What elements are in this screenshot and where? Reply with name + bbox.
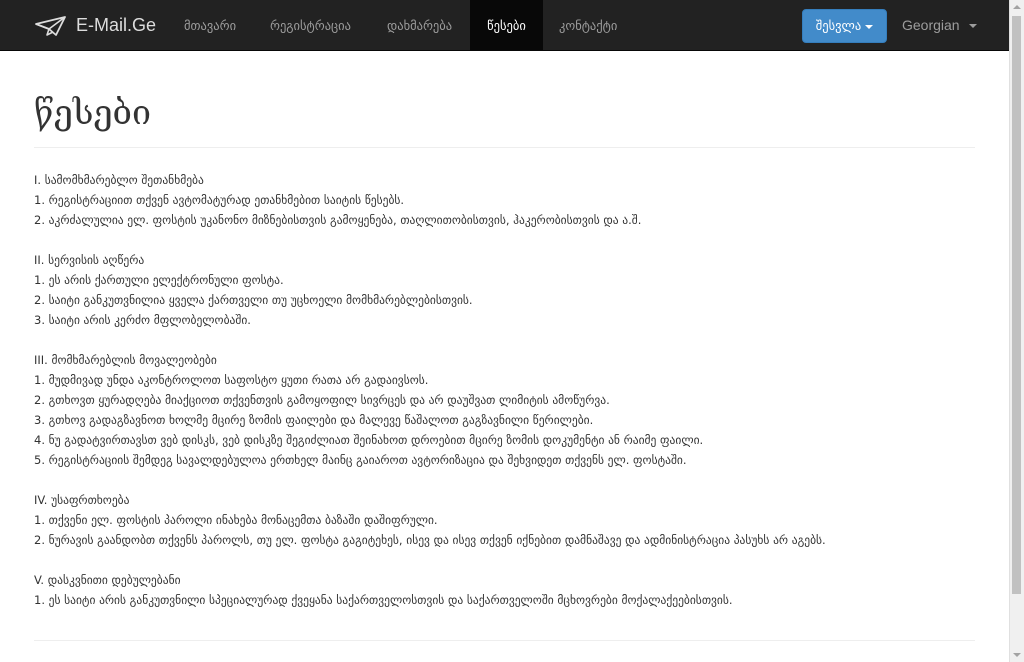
rules-section: III. მომხმარებლის მოვალეობები 1. მუდმივა… (34, 350, 975, 470)
rules-section: II. სერვისის აღწერა 1. ეს არის ქართული ე… (34, 250, 975, 330)
brand-link[interactable]: E-Mail.Ge (34, 0, 156, 51)
rules-section: IV. უსაფრთხოება 1. თქვენი ელ. ფოსტის პარ… (34, 490, 975, 550)
main-content: წესები I. სამომხმარებლო შეთანხმება 1. რე… (34, 51, 975, 630)
rule-line: 2. გთხოვთ ყურადღება მიაქციოთ თქვენთვის გ… (34, 393, 610, 407)
rule-line: 2. ნურავის გაანდობთ თქვენს პაროლს, თუ ელ… (34, 533, 826, 547)
nav-item-rules[interactable]: წესები (470, 0, 543, 51)
rules-section: V. დასკვნითი დებულებანი 1. ეს საიტი არის… (34, 570, 975, 610)
nav-item-help[interactable]: დახმარება (373, 0, 466, 51)
rule-line: 1. თქვენი ელ. ფოსტის პაროლი ინახება მონა… (34, 513, 438, 527)
rule-line: 2. საიტი განკუთვნილია ყველა ქართველი თუ … (34, 293, 473, 307)
vertical-scrollbar[interactable] (1009, 0, 1024, 662)
page-title: წესები (34, 93, 152, 133)
envelope-logo-icon (34, 15, 68, 37)
section-heading: IV. უსაფრთხოება (34, 493, 130, 507)
rule-line: 1. ეს არის ქართული ელექტრონული ფოსტა. (34, 273, 284, 287)
rule-line: 2. აკრძალულია ელ. ფოსტის უკანონო მიზნები… (34, 213, 642, 227)
language-label: Georgian (902, 17, 960, 33)
scrollbar-thumb[interactable] (1012, 16, 1021, 594)
login-dropdown-button[interactable]: შესვლა (802, 9, 887, 43)
caret-down-icon (865, 24, 874, 29)
scroll-down-icon[interactable] (1013, 653, 1021, 657)
rule-line: 1. მუდმივად უნდა აკონტროლოთ საფოსტო ყუთი… (34, 373, 429, 387)
top-navbar: E-Mail.Ge მთავარი რეგისტრაცია დახმარება … (0, 0, 1009, 51)
rules-section: I. სამომხმარებლო შეთანხმება 1. რეგისტრაც… (34, 170, 975, 230)
section-heading: III. მომხმარებლის მოვალეობები (34, 353, 217, 367)
nav-item-registration[interactable]: რეგისტრაცია (256, 0, 365, 51)
section-heading: V. დასკვნითი დებულებანი (34, 573, 181, 587)
scroll-up-icon[interactable] (1013, 5, 1021, 9)
title-divider (34, 147, 975, 148)
rule-line: 3. საიტი არის კერძო მფლობელობაში. (34, 313, 251, 327)
nav-item-home[interactable]: მთავარი (170, 0, 250, 51)
caret-down-icon (969, 24, 978, 29)
rule-line: 1. ეს საიტი არის განკუთვნილი სპეციალურად… (34, 593, 733, 607)
language-dropdown[interactable]: Georgian (902, 0, 978, 51)
section-heading: II. სერვისის აღწერა (34, 253, 145, 267)
login-label: შესვლა (815, 18, 862, 33)
rule-line: 3. გთხოვ გადაგზავნოთ ხოლმე მცირე ზომის ფ… (34, 413, 594, 427)
rule-line: 5. რეგისტრაციის შემდეგ სავალდებულოა ერთხ… (34, 453, 687, 467)
section-heading: I. სამომხმარებლო შეთანხმება (34, 173, 204, 187)
nav-item-contact[interactable]: კონტაქტი (545, 0, 631, 51)
brand-name: E-Mail.Ge (76, 15, 157, 35)
footer-divider (34, 640, 975, 641)
rule-line: 1. რეგისტრაციით თქვენ ავტომატურად ეთანხმ… (34, 193, 405, 207)
rules-list: I. სამომხმარებლო შეთანხმება 1. რეგისტრაც… (34, 170, 975, 610)
rule-line: 4. ნუ გადატვირთავსთ ვებ დისკს, ვებ დისკზ… (34, 433, 704, 447)
